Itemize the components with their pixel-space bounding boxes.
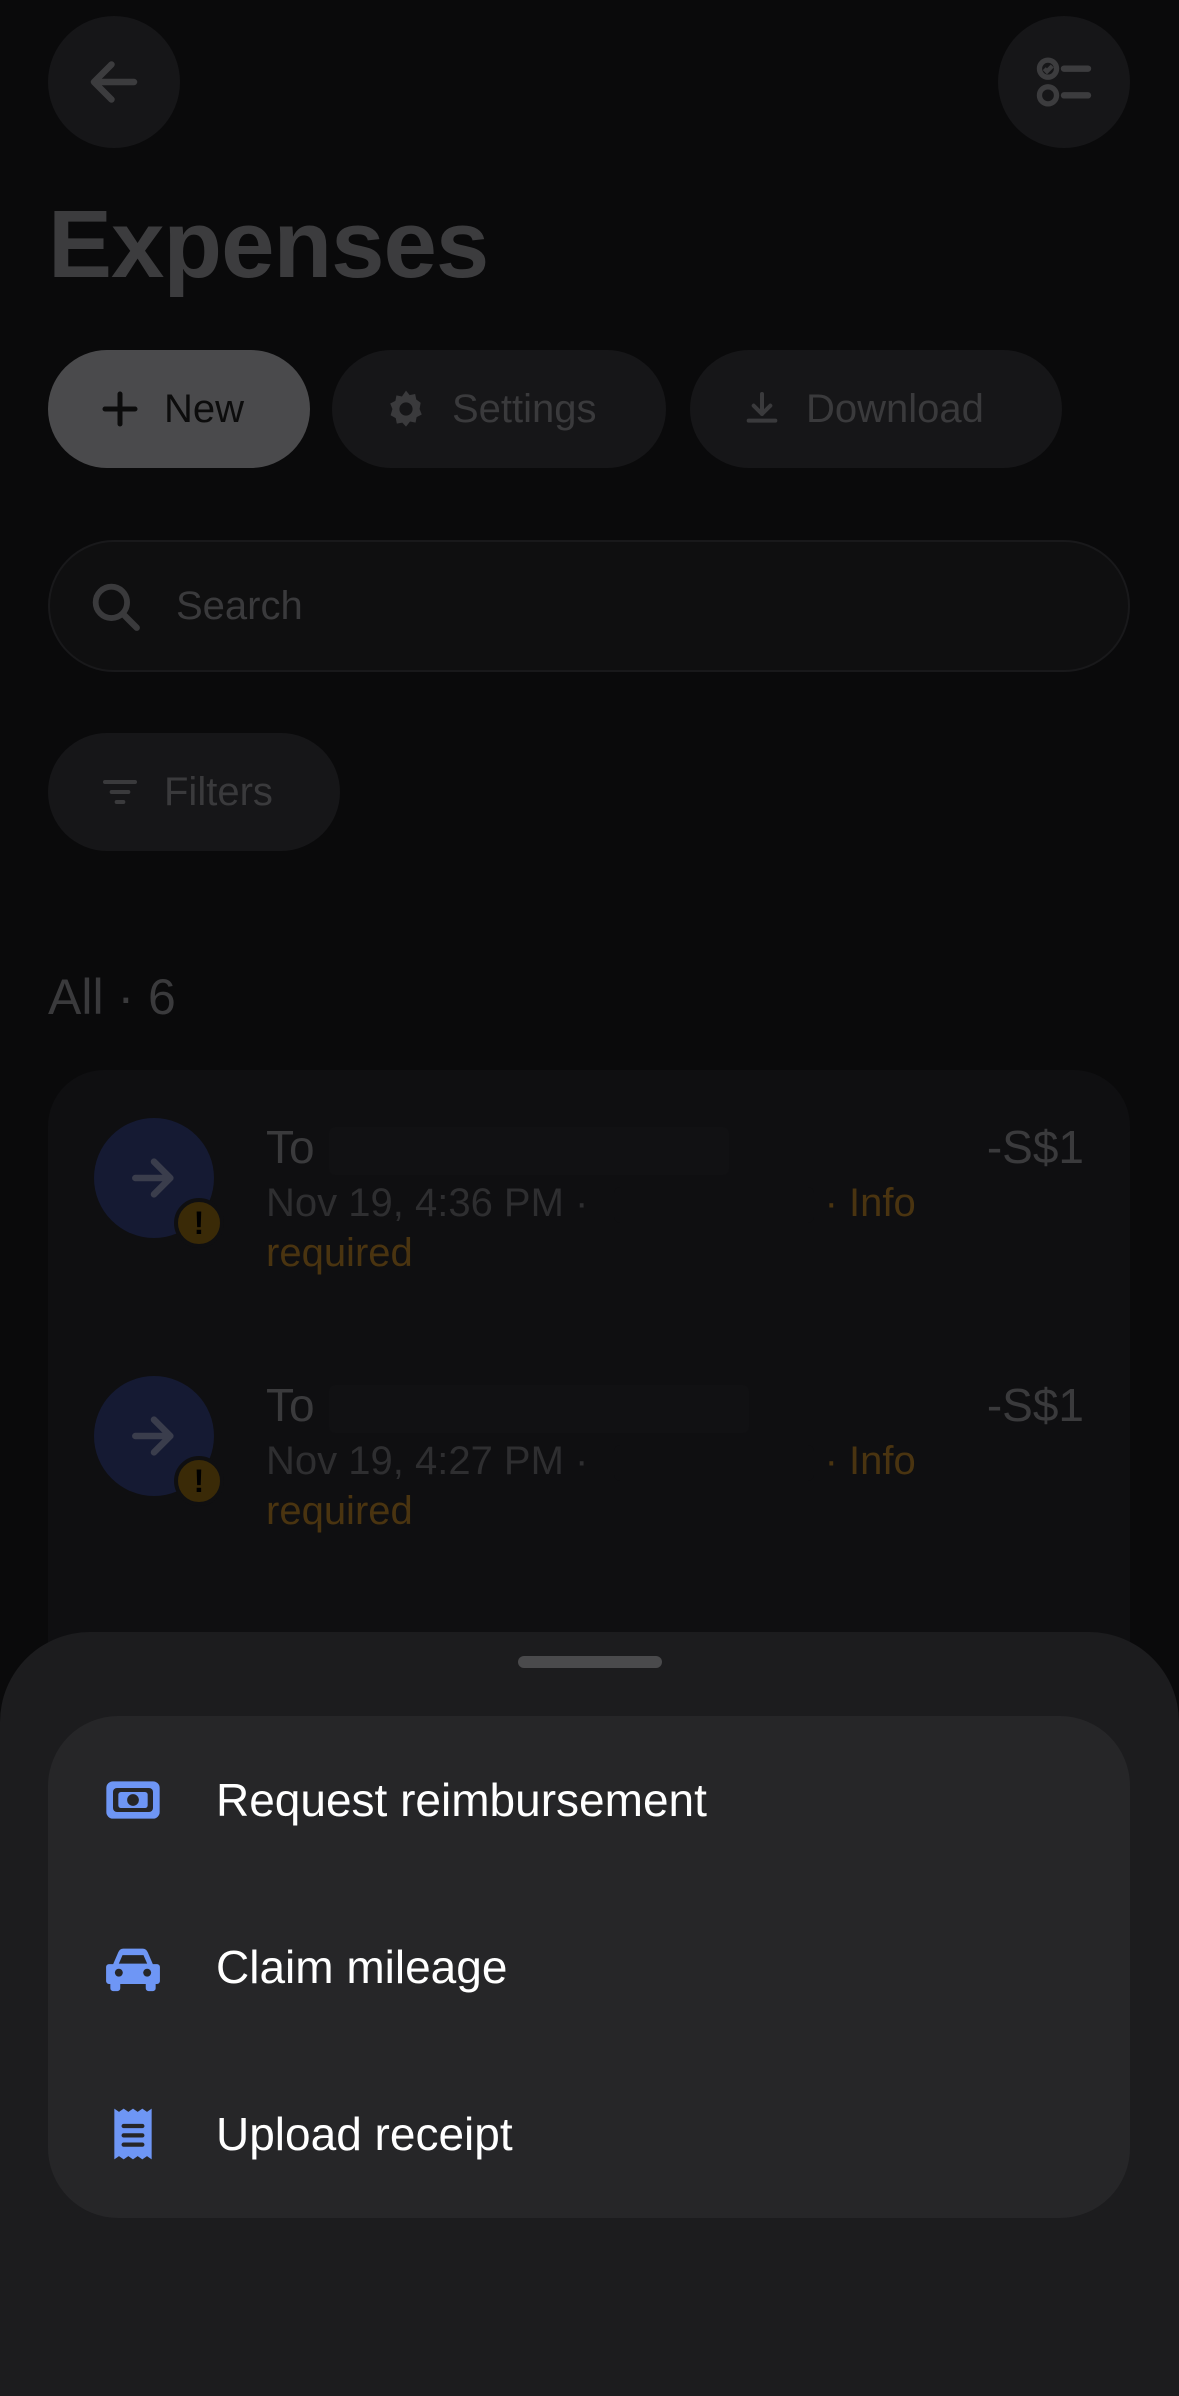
search-icon (92, 583, 140, 631)
sheet-handle[interactable] (518, 1656, 662, 1668)
back-button[interactable] (48, 16, 180, 148)
list-count: All · 6 (48, 969, 176, 1025)
arrow-right-icon (132, 1158, 174, 1198)
transaction-time: Nov 19, 4:27 PM · (266, 1439, 589, 1483)
filters-label: Filters (164, 769, 273, 814)
arrow-left-icon (90, 61, 138, 103)
warning-icon: ! (174, 1456, 224, 1506)
search-input[interactable] (174, 582, 978, 630)
upload-receipt-item[interactable]: Upload receipt (48, 2050, 1130, 2218)
download-button[interactable]: Download (690, 350, 1062, 468)
transaction-amount: -S$1 (986, 1379, 1084, 1431)
request-reimbursement-label: Request reimbursement (216, 1774, 707, 1826)
transaction-row[interactable]: ! To -S$1 Nov 19, 4:27 PM · · Info requi… (48, 1328, 1130, 1533)
tasks-button[interactable] (998, 16, 1130, 148)
request-reimbursement-item[interactable]: Request reimbursement (48, 1716, 1130, 1884)
transaction-amount: -S$1 (986, 1121, 1084, 1173)
search-bar[interactable] (48, 540, 1130, 672)
redacted-recipient (328, 1126, 729, 1175)
redacted-recipient (328, 1384, 749, 1433)
transaction-time: Nov 19, 4:36 PM · (266, 1181, 589, 1225)
transaction-title: To (266, 1120, 729, 1175)
transaction-row[interactable]: ! To -S$1 Nov 19, 4:36 PM · · Info requi… (48, 1070, 1130, 1275)
new-button[interactable]: New (48, 350, 310, 468)
settings-button-label: Settings (452, 386, 597, 431)
expenses-page: Expenses New Settings Download Filters (0, 0, 1179, 2396)
transaction-title-text: To (266, 1379, 315, 1431)
transaction-title-text: To (266, 1121, 315, 1173)
checklist-icon (1036, 57, 1092, 107)
download-button-label: Download (806, 386, 984, 431)
gear-icon (390, 390, 422, 427)
download-icon (746, 392, 778, 423)
new-expense-menu: Request reimbursement Claim mileage Uplo… (48, 1716, 1130, 2218)
settings-button[interactable]: Settings (332, 350, 666, 468)
filter-icon (103, 780, 137, 804)
receipt-icon (98, 2099, 168, 2169)
transaction-meta: Nov 19, 4:36 PM · · Info required (266, 1178, 966, 1278)
filters-button[interactable]: Filters (48, 733, 340, 851)
plus-icon (102, 391, 138, 427)
car-icon (98, 1932, 168, 2002)
transaction-title: To (266, 1378, 749, 1433)
arrow-right-icon (132, 1416, 174, 1456)
redacted-detail (613, 1445, 814, 1482)
page-title: Expenses (48, 191, 489, 298)
new-button-label: New (164, 386, 245, 431)
cash-icon (98, 1765, 168, 1835)
warning-icon: ! (174, 1198, 224, 1248)
claim-mileage-item[interactable]: Claim mileage (48, 1883, 1130, 2051)
redacted-detail (613, 1187, 814, 1224)
transaction-meta: Nov 19, 4:27 PM · · Info required (266, 1436, 966, 1536)
claim-mileage-label: Claim mileage (216, 1941, 508, 1993)
new-expense-sheet: Request reimbursement Claim mileage Uplo… (0, 1632, 1179, 2396)
upload-receipt-label: Upload receipt (216, 2108, 513, 2160)
